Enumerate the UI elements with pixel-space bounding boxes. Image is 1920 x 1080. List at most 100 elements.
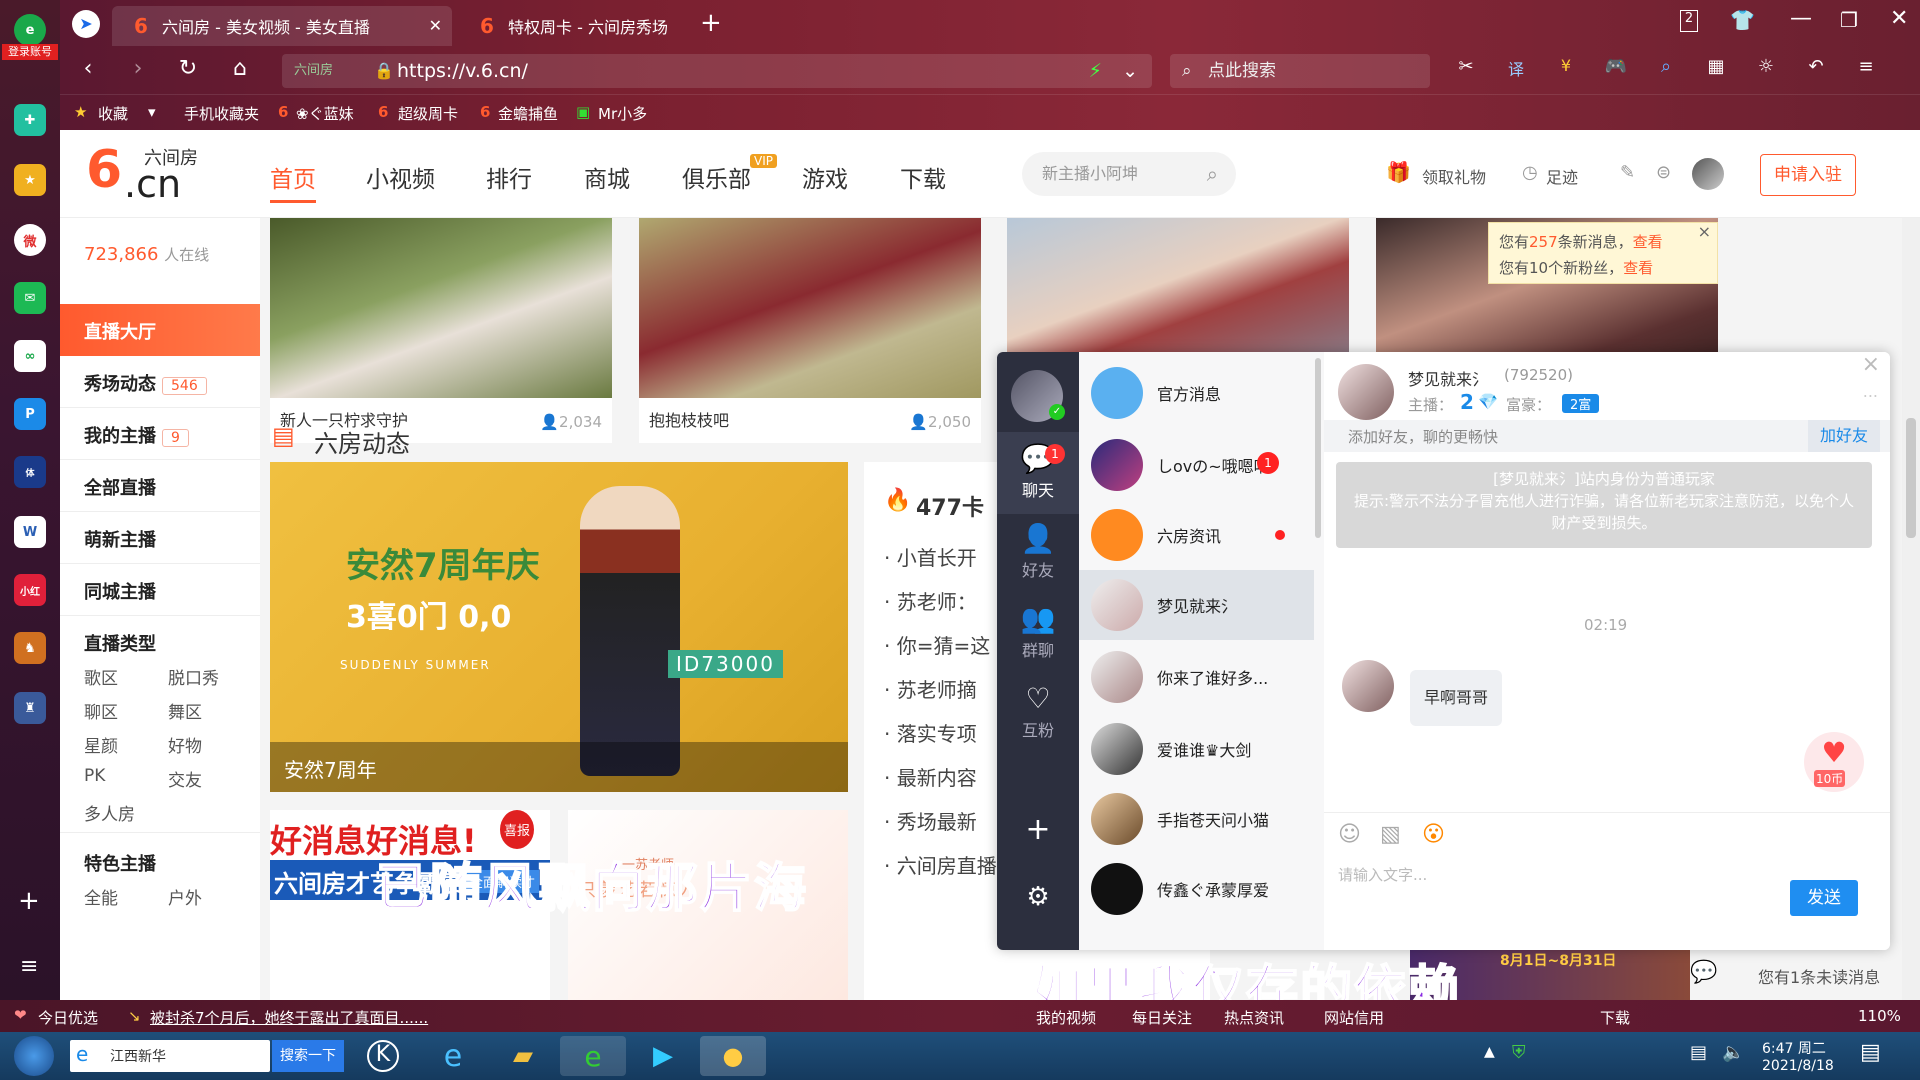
taskbar-app-browser[interactable]: e [560,1036,626,1076]
url-field[interactable]: 六间房 🔒 https://v.6.cn/ ⌄ ⚡ [282,54,1152,88]
promo-banner[interactable]: 安然7周年庆 3喜0门 0,0 SUDDENLY SUMMER ID73000 … [270,462,848,792]
send-button[interactable]: 发送 [1790,880,1858,916]
tray-arrow-icon[interactable]: ▲ [1484,1044,1495,1060]
taskbar-app-explorer[interactable]: ▰ [490,1036,556,1076]
nav-home[interactable]: 首页 [270,160,316,203]
weibo-icon[interactable]: 微 [14,224,46,256]
sidebar-item-new[interactable]: 萌新主播 [60,512,260,564]
sidebar-item-local[interactable]: 同城主播 [60,564,260,616]
add-app-button[interactable]: + [18,886,40,916]
avatar[interactable] [1692,158,1724,190]
network-icon[interactable]: ▤ [1690,1042,1707,1063]
unread-bar[interactable]: 💬 您有1条未读消息 [1690,950,1920,1000]
coin-icon[interactable]: ¥ [1550,56,1582,75]
nav-club[interactable]: 俱乐部 [682,160,751,194]
bookmark-lanmei[interactable]: ❀ぐ蓝妹 [296,103,366,124]
browser-logo-icon[interactable]: e [14,14,46,46]
zoom-level[interactable]: 110% [1858,1007,1901,1025]
sidebar-item-all[interactable]: 全部直播 [60,460,260,512]
xiaohongshu-icon[interactable]: 小红 [14,574,46,606]
claim-gift-link[interactable]: 领取礼物 [1422,164,1486,188]
forward-icon[interactable]: › [122,56,154,81]
type-link[interactable]: 聊区 [84,698,118,723]
today-picks[interactable]: 今日优选 [38,1007,98,1028]
bookmark-weekcard[interactable]: 超级周卡 [398,103,468,124]
nav-groups[interactable]: 👥 群聊 [997,602,1079,661]
conversation-item[interactable]: 爱谁谁♛大剑 [1079,714,1314,784]
undo-icon[interactable]: ↶ [1800,56,1832,77]
close-icon[interactable]: × [1698,219,1711,245]
nav-friends[interactable]: 👤 好友 [997,522,1079,581]
dropdown-icon[interactable]: ⌄ [1122,54,1138,88]
bookmark-mobile[interactable]: 手机收藏夹 [184,103,259,124]
type-link[interactable]: 交友 [168,766,202,791]
type-link[interactable]: 舞区 [168,698,202,723]
conversation-item[interactable]: 你来了谁好多... [1079,642,1314,712]
notice-view-link[interactable]: 查看 [1633,233,1663,251]
nav-download[interactable]: 下载 [900,160,946,194]
conversation-item[interactable]: 六房资讯 [1079,500,1314,570]
type-link[interactable]: 好物 [168,732,202,757]
message-icon[interactable]: ⊜ [1656,162,1671,183]
reload-icon[interactable]: ↻ [172,56,204,81]
taskbar-search-button[interactable]: 搜索一下 [272,1040,344,1072]
p-app-icon[interactable]: P [14,398,46,430]
minimize-icon[interactable]: — [1790,6,1812,31]
status-download[interactable]: 下载 [1600,1007,1630,1028]
status-hot-news[interactable]: 热点资讯 [1224,1007,1284,1028]
settings-icon[interactable]: ⚙ [997,882,1079,912]
taskbar-app-ie[interactable]: e [420,1036,486,1076]
add-friend-button[interactable]: 加好友 [1807,420,1880,452]
apply-button[interactable]: 申请入驻 [1760,154,1856,196]
taskbar-app-player[interactable]: ▶ [630,1036,696,1076]
status-daily-follow[interactable]: 每日关注 [1132,1007,1192,1028]
close-tab-icon[interactable]: ✕ [429,16,442,35]
gamepad-icon[interactable]: 🎮 [1600,56,1632,77]
site-search-input[interactable]: 新主播小阿坤 ⌕ [1022,152,1236,196]
clock-date[interactable]: 2021/8/18 [1762,1058,1834,1074]
bookmark-fishing[interactable]: 金蟾捕鱼 [498,103,568,124]
back-icon[interactable]: ‹ [72,56,104,81]
conversation-item[interactable]: しovの~哦嗯呐 1 [1079,430,1314,500]
taskbar-app-k[interactable]: K [350,1036,416,1076]
special-link[interactable]: 全能 [84,884,118,909]
list-scrollbar[interactable] [1315,358,1321,538]
type-link[interactable]: 星颜 [84,732,118,757]
conversation-item-selected[interactable]: 梦见就来氵 [1079,570,1314,640]
news-link[interactable]: 被封杀7个月后，她终于露出了真面目...... [150,1007,428,1028]
navigator-icon[interactable]: ➤ [72,10,100,38]
sidebar-item-hall[interactable]: 直播大厅 [60,304,260,356]
message-input[interactable]: 请输入文字... [1338,864,1427,885]
volume-icon[interactable]: 🔈 [1722,1042,1744,1063]
nav-mutual[interactable]: ♡ 互粉 [997,682,1079,741]
tab-weekcard[interactable]: 6 特权周卡 - 六间房秀场 [458,6,738,46]
peer-avatar[interactable] [1342,660,1394,712]
type-link[interactable]: 脱口秀 [168,664,219,689]
type-link[interactable]: PK [84,766,105,786]
live-card[interactable]: 抱抱枝枝吧 👤2,050 [639,218,981,443]
new-tab-button[interactable]: + [700,8,722,38]
brightness-icon[interactable]: ☼ [1750,56,1782,77]
browser-search-input[interactable]: ⌕ 点此搜索 [1170,54,1430,88]
status-credit[interactable]: 网站信用 [1324,1007,1384,1028]
cloud-icon[interactable]: ∞ [14,340,46,372]
sports-app-icon[interactable]: 体 [14,456,46,488]
status-my-videos[interactable]: 我的视频 [1036,1007,1096,1028]
add-button[interactable]: + [997,812,1079,847]
taskbar-search[interactable]: e 江西新华 [70,1040,270,1072]
live-card[interactable]: 新人一只柠求守护 👤2,034 [270,218,612,443]
translate-icon[interactable]: 译 [1500,56,1532,80]
sticker-icon[interactable]: 😮 [1422,822,1445,847]
conversation-item[interactable]: 官方消息 [1079,358,1314,428]
nav-short-video[interactable]: 小视频 [366,160,435,194]
notice-view-link[interactable]: 查看 [1623,259,1653,277]
game2-icon[interactable]: ♜ [14,692,46,724]
special-link[interactable]: 户外 [168,884,202,909]
login-button[interactable]: 登录账号 [2,44,58,60]
menu-icon[interactable]: ≡ [1850,56,1882,77]
type-link[interactable]: 歌区 [84,664,118,689]
chevron-down-icon[interactable]: ▾ [148,103,156,121]
menu-icon[interactable]: ≡ [20,954,38,979]
mail-icon[interactable]: ✉ [14,282,46,314]
notification-icon[interactable]: ▤ [1860,1040,1881,1065]
